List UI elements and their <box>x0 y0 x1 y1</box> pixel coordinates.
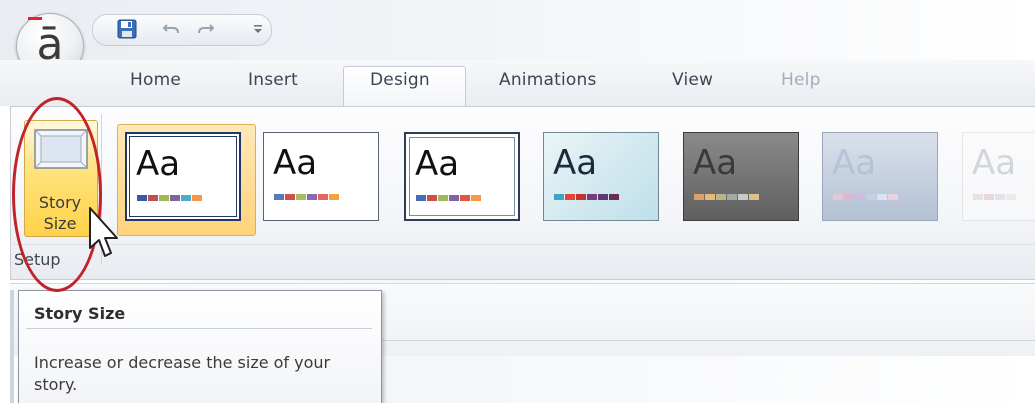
theme-sample-text: Aa <box>415 144 460 184</box>
tooltip-divider <box>26 328 372 329</box>
theme-thumbnail-6[interactable]: Aa <box>822 132 938 221</box>
tab-view[interactable]: View <box>672 70 713 98</box>
theme-color-swatches <box>554 194 620 200</box>
theme-sample-text: Aa <box>136 144 181 184</box>
theme-color-swatches <box>833 194 899 200</box>
theme-color-swatches <box>137 195 203 201</box>
theme-sample-text: Aa <box>972 143 1017 183</box>
save-icon[interactable] <box>116 18 138 40</box>
app-logo-accent <box>28 17 42 20</box>
redo-icon[interactable] <box>195 18 217 40</box>
theme-thumbnail-7[interactable]: Aa <box>962 132 1035 221</box>
theme-thumbnail-3[interactable]: Aa <box>404 132 520 221</box>
theme-color-swatches <box>694 194 760 200</box>
undo-icon[interactable] <box>160 18 182 40</box>
theme-sample-text: Aa <box>832 143 877 183</box>
tooltip-description: Increase or decrease the size of your st… <box>34 353 331 394</box>
mouse-cursor-icon <box>86 206 122 266</box>
customize-qat-icon[interactable] <box>247 18 269 40</box>
theme-color-swatches <box>274 194 340 200</box>
tab-help[interactable]: Help <box>781 70 821 98</box>
tab-home[interactable]: Home <box>130 70 181 98</box>
tab-animations[interactable]: Animations <box>499 70 597 98</box>
tab-insert[interactable]: Insert <box>248 70 298 98</box>
workspace-left-edge <box>10 290 14 403</box>
theme-thumbnail-4[interactable]: Aa <box>543 132 659 221</box>
theme-thumbnail-5[interactable]: Aa <box>683 132 799 221</box>
theme-sample-text: Aa <box>693 143 738 183</box>
tooltip-title: Story Size <box>34 304 126 323</box>
workspace-divider <box>380 340 1035 341</box>
application-window: ā Home Insert Design Animations View Hel… <box>0 0 1035 403</box>
theme-color-swatches <box>973 194 1017 200</box>
theme-thumbnail-1[interactable]: Aa <box>125 132 241 221</box>
theme-sample-text: Aa <box>553 143 598 183</box>
theme-color-swatches <box>416 195 482 201</box>
tab-design[interactable]: Design <box>370 70 430 98</box>
theme-sample-text: Aa <box>273 143 318 183</box>
ribbon-group-footer-line <box>10 244 1035 245</box>
theme-thumbnail-2[interactable]: Aa <box>263 132 379 221</box>
